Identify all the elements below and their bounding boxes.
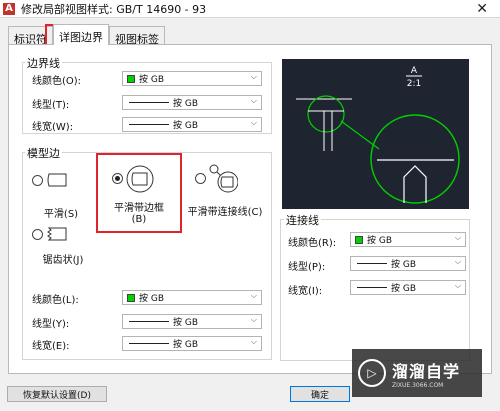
preview-drawing: A 2:1 xyxy=(296,66,460,204)
chevron-down-icon: ⌵ xyxy=(250,337,257,346)
connection-linetype-select[interactable]: 按 GB ⌵ xyxy=(350,256,466,271)
line-sample xyxy=(129,124,169,125)
boundary-color-value: 按 GB xyxy=(139,75,165,85)
line-sample xyxy=(357,287,387,288)
preview-label-a: A xyxy=(411,66,418,76)
radio-smooth-border[interactable] xyxy=(112,173,123,184)
boundary-linetype-value: 按 GB xyxy=(173,99,199,109)
radio-jagged[interactable] xyxy=(32,229,43,240)
play-icon: ▷ xyxy=(358,359,386,387)
edge-lineweight-value: 按 GB xyxy=(173,340,199,350)
chevron-down-icon: ⌵ xyxy=(454,281,461,290)
chevron-down-icon: ⌵ xyxy=(250,118,257,127)
jagged-label: 锯齿状(J) xyxy=(42,255,84,266)
watermark-logo: ▷ 溜溜自学 ZIXUE.3066.COM xyxy=(352,349,482,397)
radio-smooth-connection[interactable] xyxy=(195,173,206,184)
model-edge-group-title: 模型边 xyxy=(25,145,62,161)
connection-lineweight-value: 按 GB xyxy=(391,284,417,294)
chevron-down-icon: ⌵ xyxy=(454,233,461,242)
window-title: 修改局部视图样式: GB/T 14690 - 93 xyxy=(21,2,207,16)
restore-defaults-button[interactable]: 恢复默认设置(D) xyxy=(7,386,107,402)
smooth-connection-icon xyxy=(209,164,238,193)
smooth-icon xyxy=(47,173,67,187)
boundary-linetype-label: 线型(T): xyxy=(32,100,70,111)
edge-linetype-value: 按 GB xyxy=(173,318,199,328)
tab-view-label[interactable]: 视图标签 xyxy=(109,26,165,46)
smooth-border-label: 平滑带边框 (B) xyxy=(114,203,164,225)
line-sample xyxy=(129,321,169,322)
connection-color-label: 线颜色(R): xyxy=(288,238,337,249)
edge-linetype-label: 线型(Y): xyxy=(32,319,70,330)
preview-label-scale: 2:1 xyxy=(407,79,421,89)
watermark-main-text: 溜溜自学 xyxy=(392,361,461,381)
boundary-lineweight-label: 线宽(W): xyxy=(32,122,74,133)
line-sample xyxy=(357,263,387,264)
edge-color-label: 线颜色(L): xyxy=(32,295,79,306)
title-bar: A 修改局部视图样式: GB/T 14690 - 93 ✕ xyxy=(0,0,500,18)
color-swatch xyxy=(127,293,135,302)
smooth-connection-label: 平滑带连接线(C) xyxy=(187,207,263,218)
connection-lineweight-label: 线宽(I): xyxy=(288,286,323,297)
connection-lineweight-select[interactable]: 按 GB ⌵ xyxy=(350,280,466,295)
boundary-lineweight-select[interactable]: 按 GB ⌵ xyxy=(122,117,262,132)
connection-color-select[interactable]: 按 GB ⌵ xyxy=(350,232,466,247)
tab-strip: 标识符 详图边界 视图标签 xyxy=(8,24,165,46)
preview-large-circle xyxy=(370,114,460,204)
watermark-sub-text: ZIXUE.3066.COM xyxy=(392,381,444,389)
connection-linetype-value: 按 GB xyxy=(391,260,417,270)
boundary-group-title: 边界线 xyxy=(25,55,62,71)
edge-lineweight-select[interactable]: 按 GB ⌵ xyxy=(122,336,262,351)
tab-identifier[interactable]: 标识符 xyxy=(8,26,53,46)
preview-small-circle xyxy=(307,95,345,133)
app-icon: A xyxy=(3,2,15,15)
smooth-border-icon xyxy=(126,165,154,193)
edge-linetype-select[interactable]: 按 GB ⌵ xyxy=(122,314,262,329)
boundary-color-select[interactable]: 按 GB ⌵ xyxy=(122,71,262,86)
line-sample xyxy=(129,102,169,103)
radio-smooth[interactable] xyxy=(32,175,43,186)
ok-button[interactable]: 确定 xyxy=(290,386,350,402)
tab-detail-boundary[interactable]: 详图边界 xyxy=(53,24,109,45)
edge-color-value: 按 GB xyxy=(139,294,165,304)
boundary-linetype-select[interactable]: 按 GB ⌵ xyxy=(122,95,262,110)
connection-linetype-label: 线型(P): xyxy=(288,262,326,273)
close-icon[interactable]: ✕ xyxy=(476,1,488,17)
color-swatch xyxy=(355,235,363,244)
smooth-label: 平滑(S) xyxy=(43,209,79,220)
edge-color-select[interactable]: 按 GB ⌵ xyxy=(122,290,262,305)
chevron-down-icon: ⌵ xyxy=(250,291,257,300)
chevron-down-icon: ⌵ xyxy=(250,315,257,324)
boundary-color-label: 线颜色(O): xyxy=(32,76,82,87)
chevron-down-icon: ⌵ xyxy=(250,72,257,81)
color-swatch xyxy=(127,74,135,83)
edge-lineweight-label: 线宽(E): xyxy=(32,341,70,352)
preview-canvas: A 2:1 xyxy=(282,59,469,209)
line-sample xyxy=(129,343,169,344)
chevron-down-icon: ⌵ xyxy=(250,96,257,105)
jagged-icon xyxy=(47,227,67,241)
boundary-lineweight-value: 按 GB xyxy=(173,121,199,131)
connection-group-title: 连接线 xyxy=(284,212,321,228)
connection-color-value: 按 GB xyxy=(367,236,393,246)
chevron-down-icon: ⌵ xyxy=(454,257,461,266)
